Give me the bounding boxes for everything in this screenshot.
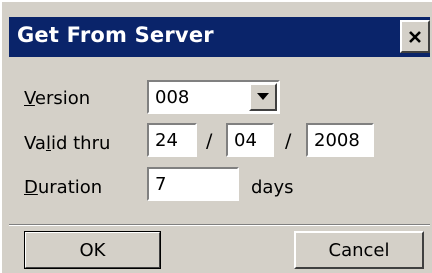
divider — [9, 224, 430, 226]
version-label: Version — [24, 88, 91, 109]
duration-label: Duration — [24, 177, 103, 198]
close-button[interactable] — [400, 20, 430, 53]
duration-input[interactable]: 7 — [147, 167, 239, 201]
cancel-button[interactable]: Cancel — [294, 231, 424, 269]
chevron-down-icon — [257, 93, 269, 100]
ok-button[interactable]: OK — [24, 231, 161, 269]
duration-unit: days — [251, 177, 294, 198]
valid-thru-month-input[interactable]: 04 — [226, 123, 274, 157]
version-value: 008 — [155, 87, 190, 108]
version-dropdown-button[interactable] — [249, 83, 277, 111]
valid-thru-label: Valid thru — [24, 133, 111, 154]
version-select[interactable]: 008 — [147, 80, 280, 114]
date-separator: / — [206, 130, 213, 152]
valid-thru-year-input[interactable]: 2008 — [306, 123, 374, 157]
dialog-title: Get From Server — [17, 23, 214, 47]
title-bar[interactable]: Get From Server — [9, 17, 430, 57]
close-icon — [409, 30, 421, 43]
valid-thru-day-input[interactable]: 24 — [147, 123, 197, 157]
get-from-server-dialog: Get From Server Version 008 Valid thru 2… — [0, 0, 432, 273]
date-separator: / — [285, 130, 292, 152]
